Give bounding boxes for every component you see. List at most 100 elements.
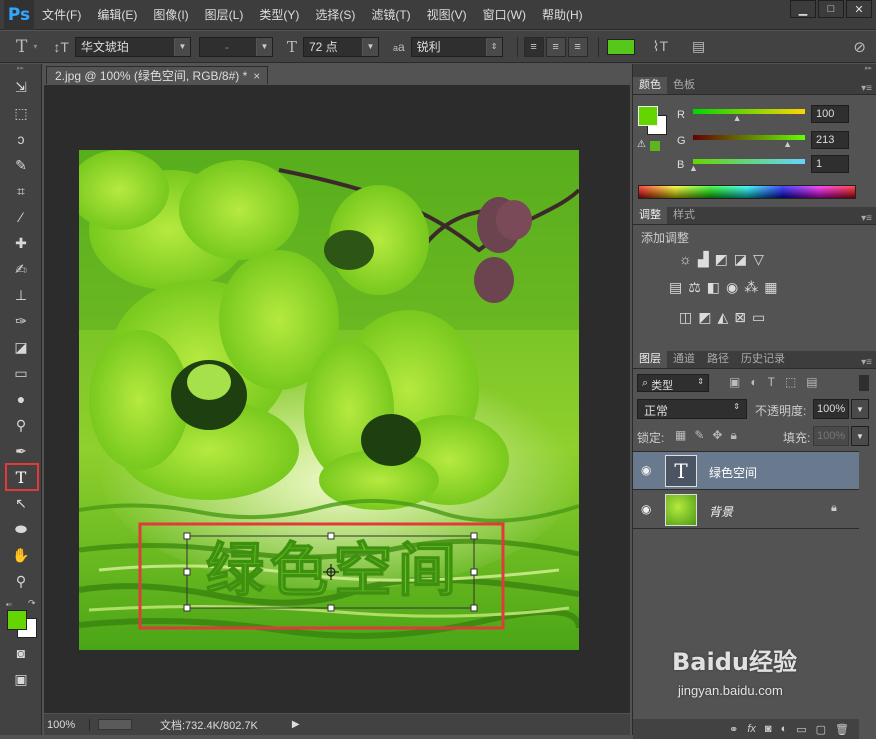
brightness-icon[interactable]: ☼ (679, 251, 692, 268)
menu-image[interactable]: 图像(I) (145, 0, 196, 30)
eraser-tool[interactable]: ◪ (0, 334, 42, 360)
tab-color[interactable]: 颜色 (633, 77, 667, 94)
color-balance-icon[interactable]: ⚖ (688, 279, 701, 296)
menu-view[interactable]: 视图(V) (419, 0, 475, 30)
chevron-down-icon[interactable]: ▼ (851, 426, 869, 446)
b-slider-thumb[interactable]: ▲ (689, 163, 698, 173)
default-colors-icon[interactable]: ▪▫ (6, 600, 12, 609)
vibrance-icon[interactable]: ▽ (753, 251, 764, 268)
exposure-icon[interactable]: ◪ (734, 251, 747, 268)
threshold-icon[interactable]: ◭ (717, 309, 728, 326)
restore-button[interactable]: □ (818, 0, 844, 18)
chevron-down-icon[interactable]: ▾ (33, 42, 37, 51)
document-image[interactable]: 绿色空间 (79, 150, 579, 650)
chevron-down-icon[interactable]: ▼ (851, 399, 869, 419)
menu-window[interactable]: 窗口(W) (475, 0, 534, 30)
r-value-input[interactable]: 100 (811, 105, 849, 123)
gradient-map-icon[interactable]: ▭ (752, 309, 765, 326)
zoom-tool[interactable]: ⚲ (0, 568, 42, 594)
selective-color-icon[interactable]: ⊠ (734, 309, 746, 326)
gamut-swatch[interactable] (650, 141, 660, 151)
panel-menu-icon[interactable]: ▾≡ (861, 357, 876, 368)
layer-row[interactable]: ◉ 背景 🔒︎ (633, 491, 859, 529)
r-slider[interactable] (693, 109, 805, 114)
menu-select[interactable]: 选择(S) (307, 0, 363, 30)
stamp-tool[interactable]: ⊥ (0, 282, 42, 308)
history-brush-tool[interactable]: ✑ (0, 308, 42, 334)
menu-type[interactable]: 类型(Y) (251, 0, 307, 30)
cancel-icon[interactable]: ⊘ (847, 38, 872, 56)
foreground-color-swatch[interactable] (638, 106, 658, 126)
crop-tool[interactable]: ⌗ (0, 178, 42, 204)
foreground-color-swatch[interactable] (7, 610, 27, 630)
swap-colors-icon[interactable]: ↷ (28, 598, 36, 609)
eye-icon[interactable]: ◉ (641, 502, 651, 516)
path-select-tool[interactable]: ↖ (0, 490, 42, 516)
photo-filter-icon[interactable]: ◉ (726, 279, 738, 296)
r-slider-thumb[interactable]: ▲ (733, 113, 742, 123)
character-panel-icon[interactable]: ▤ (686, 38, 711, 55)
filter-smart-icon[interactable]: ▤ (806, 375, 817, 389)
align-left-button[interactable]: ≡ (523, 36, 544, 57)
type-tool[interactable]: T (0, 463, 42, 491)
menu-help[interactable]: 帮助(H) (534, 0, 591, 30)
channel-mixer-icon[interactable]: ⁂ (744, 279, 758, 296)
tab-channels[interactable]: 通道 (667, 351, 701, 368)
hand-tool[interactable]: ✋ (0, 542, 42, 568)
zoom-level[interactable]: 100% (44, 718, 90, 731)
play-icon[interactable]: ▶ (292, 719, 300, 730)
text-orientation-icon[interactable]: ↕T (47, 39, 75, 55)
menu-edit[interactable]: 编辑(E) (89, 0, 145, 30)
layer-row[interactable]: ◉ T 绿色空间 (633, 452, 859, 490)
tab-swatches[interactable]: 色板 (667, 77, 701, 94)
panel-menu-icon[interactable]: ▾≡ (861, 83, 876, 94)
eye-icon[interactable]: ◉ (641, 463, 651, 477)
panel-collapse-icon[interactable]: ▸▸ (633, 64, 876, 77)
healing-tool[interactable]: ✚ (0, 230, 42, 256)
pen-tool[interactable]: ✒ (0, 438, 42, 464)
filter-pixel-icon[interactable]: ▣ (729, 375, 740, 389)
tab-layers[interactable]: 图层 (633, 351, 667, 368)
text-color-swatch[interactable] (606, 38, 635, 55)
filter-shape-icon[interactable]: ⬚ (785, 375, 796, 389)
document-tab[interactable]: 2.jpg @ 100% (绿色空间, RGB/8#) * × (46, 66, 268, 84)
brush-tool[interactable]: ✍ (0, 256, 42, 282)
blur-tool[interactable]: ● (0, 386, 42, 412)
bw-icon[interactable]: ◧ (707, 279, 720, 296)
ellipse-tool[interactable]: ⬬ (0, 516, 42, 542)
tool-preset-icon[interactable]: T (10, 37, 33, 57)
align-right-button[interactable]: ≡ (567, 36, 588, 57)
color-lookup-icon[interactable]: ▦ (764, 279, 777, 296)
font-family-select[interactable]: 华文琥珀 ▼ (74, 36, 191, 57)
tab-paths[interactable]: 路径 (701, 351, 735, 368)
curves-icon[interactable]: ◩ (715, 251, 728, 268)
lock-all-icon[interactable]: 🔒︎ (730, 428, 736, 443)
menu-filter[interactable]: 滤镜(T) (363, 0, 418, 30)
font-style-select[interactable]: - ▼ (198, 36, 273, 57)
panel-menu-icon[interactable]: ▾≡ (861, 213, 876, 224)
lock-pixels-icon[interactable]: ✎ (694, 428, 704, 443)
tab-close-icon[interactable]: × (253, 69, 260, 83)
minimize-button[interactable]: ▁ (790, 0, 816, 18)
levels-icon[interactable]: ▟ (698, 251, 709, 268)
fx-icon[interactable]: fx (747, 723, 756, 735)
filter-toggle[interactable] (859, 375, 869, 391)
screen-mode-button[interactable]: ▣ (0, 666, 42, 692)
color-spectrum[interactable] (638, 185, 856, 199)
layer-name[interactable]: 绿色空间 (709, 464, 757, 481)
panel-collapse-icon[interactable]: ▸▸ (0, 64, 41, 74)
menu-file[interactable]: 文件(F) (34, 0, 89, 30)
b-slider[interactable] (693, 159, 805, 164)
invert-icon[interactable]: ◫ (679, 309, 692, 326)
antialias-select[interactable]: 锐利 ⇕ (410, 36, 503, 57)
blend-mode-select[interactable]: 正常 ⇕ (637, 399, 747, 419)
lock-position-icon[interactable]: ✥ (712, 428, 722, 443)
layer-name[interactable]: 背景 (709, 503, 733, 520)
hue-sat-icon[interactable]: ▤ (669, 279, 682, 296)
gamut-warning-icon[interactable]: ⚠ (637, 139, 646, 150)
eyedropper-tool[interactable]: ⁄ (0, 204, 42, 230)
lasso-tool[interactable]: ↄ (0, 126, 42, 152)
new-layer-icon[interactable]: ▢ (816, 723, 826, 736)
status-icon[interactable] (98, 719, 132, 730)
warp-text-icon[interactable]: ⌇T (647, 38, 674, 55)
